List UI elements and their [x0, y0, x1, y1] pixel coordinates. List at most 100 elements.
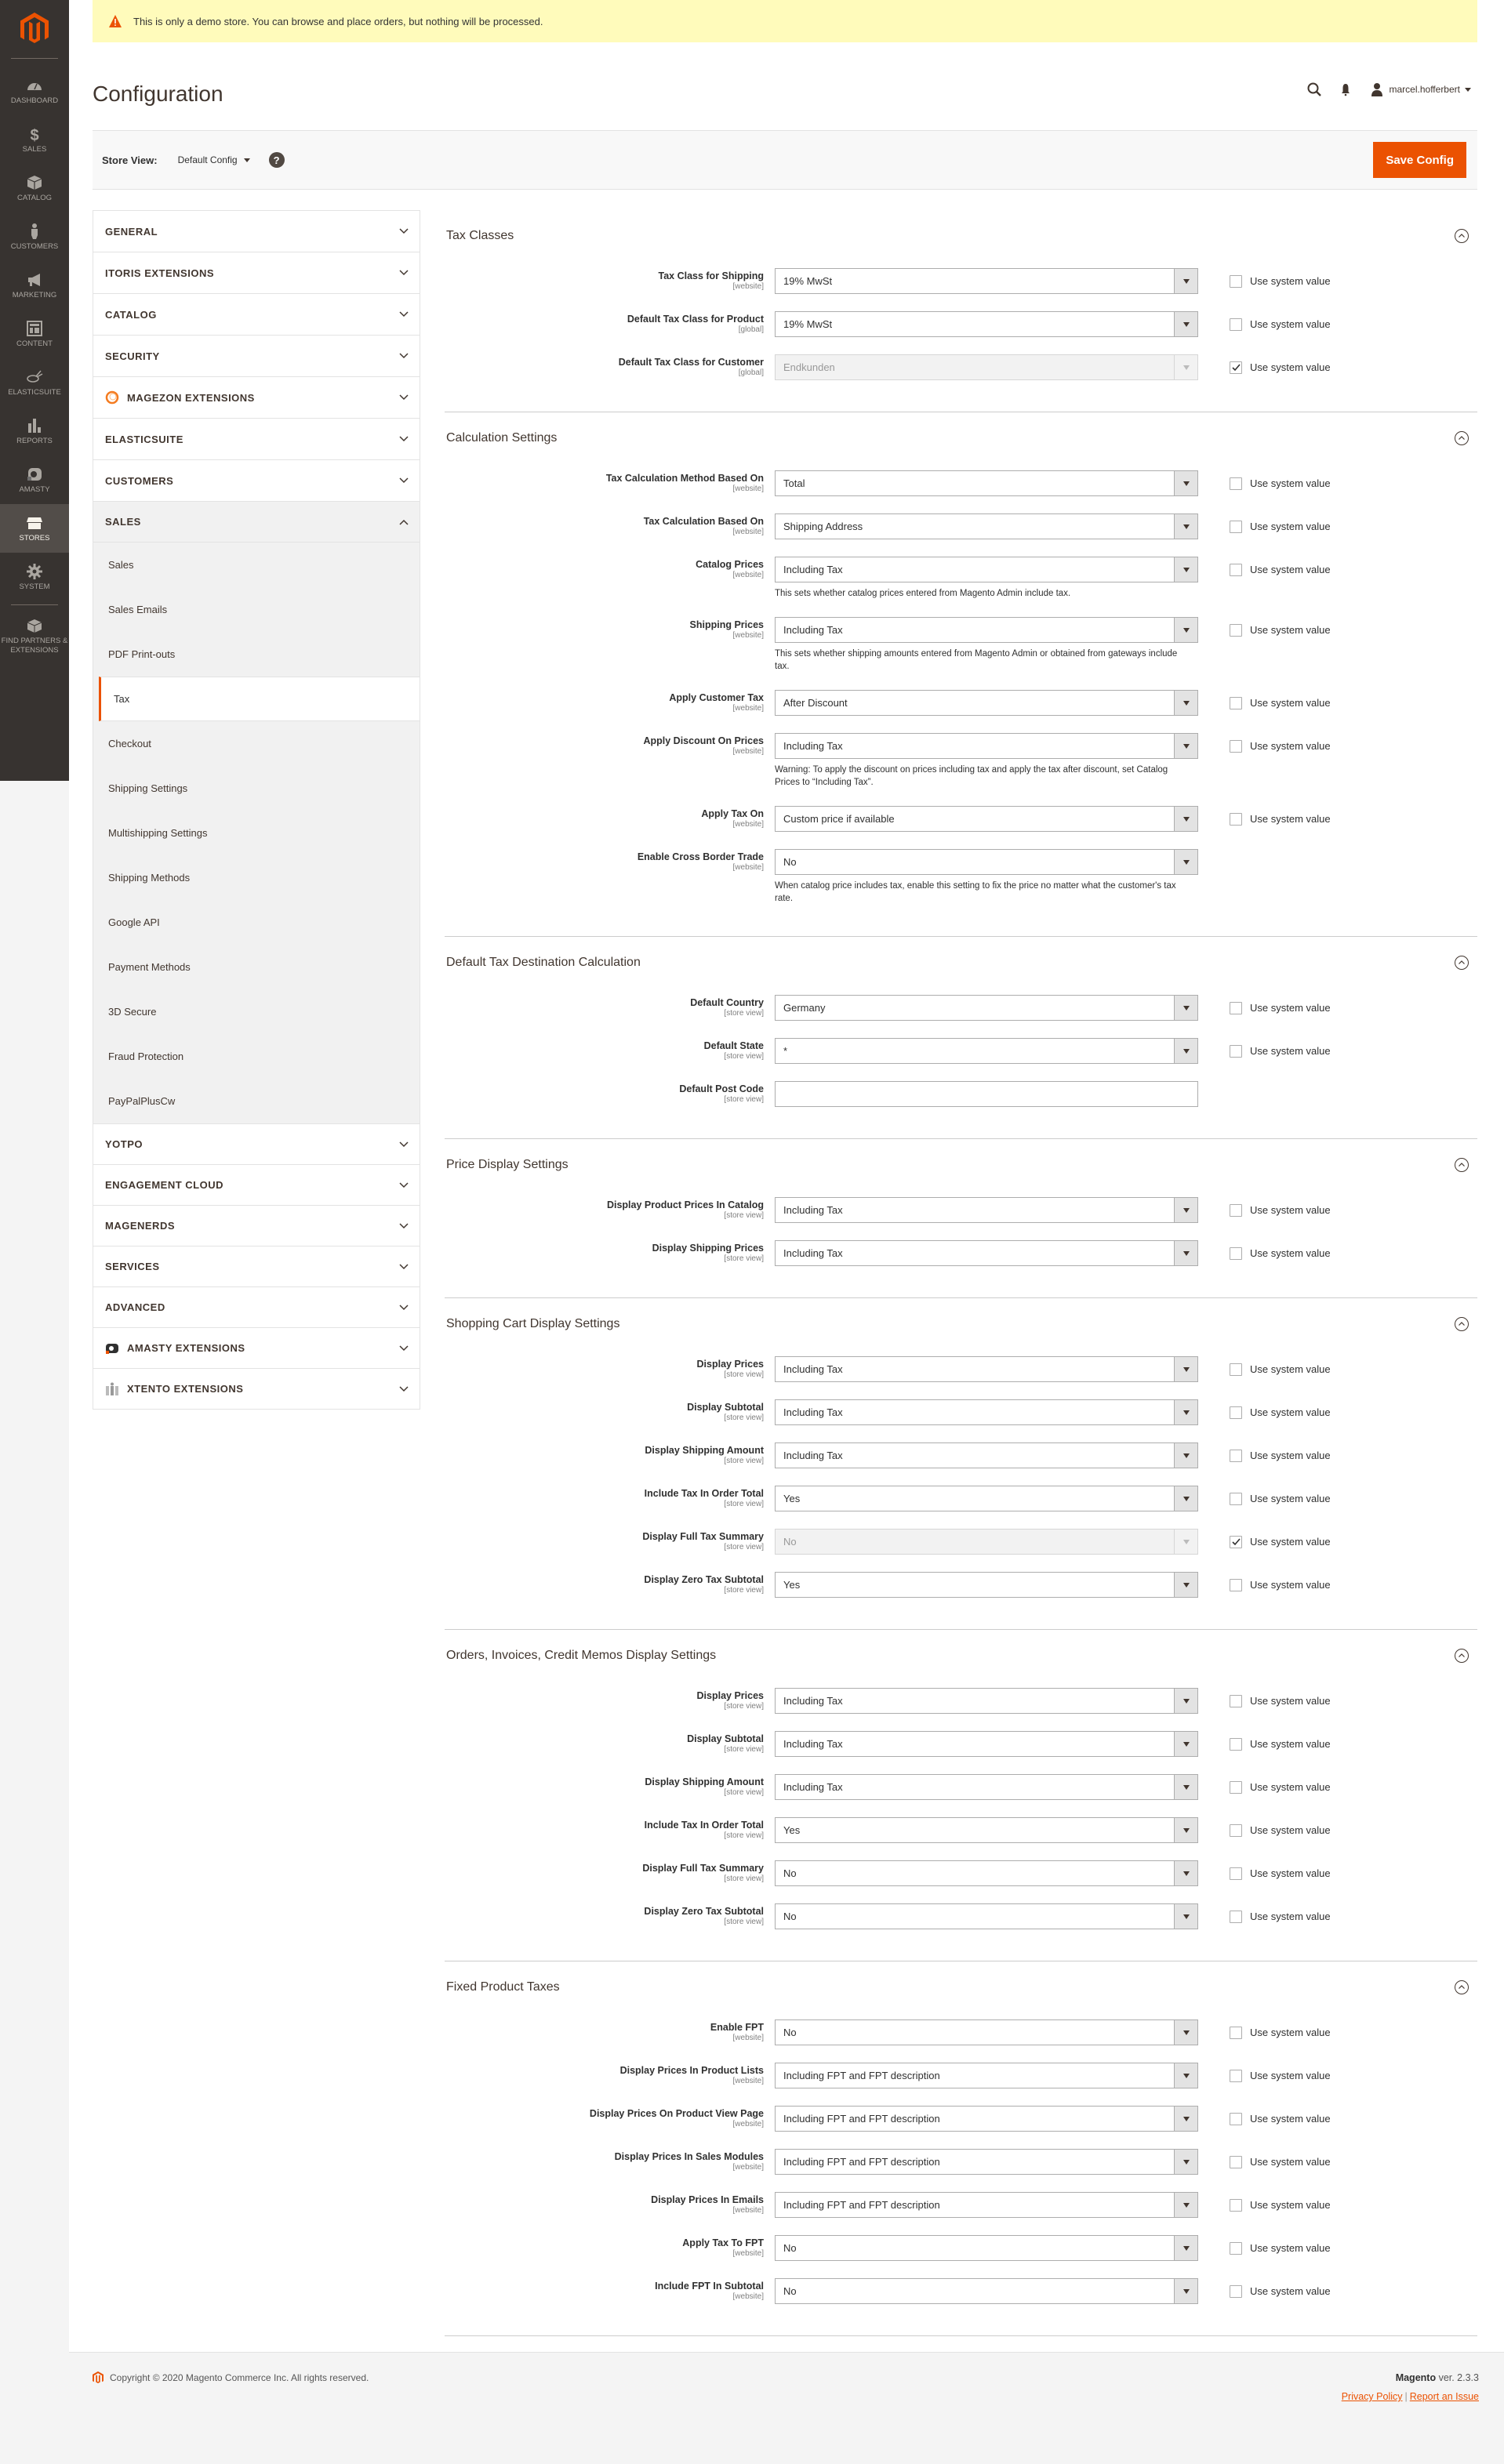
checkbox[interactable]: [1230, 1824, 1242, 1837]
collapse-circle-icon[interactable]: [1454, 430, 1469, 446]
select-dropdown[interactable]: No: [775, 1903, 1198, 1929]
use-system-value-checkbox[interactable]: Use system value: [1230, 354, 1331, 380]
use-system-value-checkbox[interactable]: Use system value: [1230, 557, 1331, 582]
use-system-value-checkbox[interactable]: Use system value: [1230, 2235, 1331, 2261]
nav-item-content[interactable]: Content: [0, 310, 69, 358]
checkbox[interactable]: [1230, 477, 1242, 490]
use-system-value-checkbox[interactable]: Use system value: [1230, 2278, 1331, 2304]
select-dropdown[interactable]: Including Tax: [775, 1731, 1198, 1757]
select-dropdown[interactable]: Including FPT and FPT description: [775, 2149, 1198, 2175]
select-dropdown[interactable]: Including FPT and FPT description: [775, 2106, 1198, 2132]
checkbox[interactable]: [1230, 812, 1242, 826]
select-dropdown[interactable]: Including FPT and FPT description: [775, 2063, 1198, 2088]
nav-item-customers[interactable]: Customers: [0, 212, 69, 261]
section-header[interactable]: Shopping Cart Display Settings: [445, 1298, 1477, 1350]
store-view-switcher[interactable]: Default Config: [178, 154, 250, 165]
section-header[interactable]: Calculation Settings: [445, 412, 1477, 464]
tab-group-header[interactable]: ITORIS EXTENSIONS: [93, 252, 420, 293]
tab-item-tax[interactable]: Tax: [99, 677, 420, 721]
checkbox[interactable]: [1230, 1363, 1242, 1376]
select-dropdown[interactable]: Including Tax: [775, 617, 1198, 643]
use-system-value-checkbox[interactable]: Use system value: [1230, 1817, 1331, 1843]
nav-item-marketing[interactable]: Marketing: [0, 261, 69, 310]
search-icon[interactable]: [1306, 82, 1322, 97]
privacy-policy-link[interactable]: Privacy Policy: [1342, 2391, 1403, 2402]
collapse-circle-icon[interactable]: [1454, 1648, 1469, 1664]
use-system-value-checkbox[interactable]: Use system value: [1230, 1529, 1331, 1555]
select-dropdown[interactable]: 19% MwSt: [775, 268, 1198, 294]
nav-item-reports[interactable]: Reports: [0, 407, 69, 455]
checkbox[interactable]: [1230, 1406, 1242, 1419]
select-dropdown[interactable]: Including FPT and FPT description: [775, 2192, 1198, 2218]
use-system-value-checkbox[interactable]: Use system value: [1230, 268, 1331, 294]
tab-item-multishipping-settings[interactable]: Multishipping Settings: [93, 811, 420, 855]
use-system-value-checkbox[interactable]: Use system value: [1230, 806, 1331, 832]
use-system-value-checkbox[interactable]: Use system value: [1230, 2106, 1331, 2132]
nav-item-sales[interactable]: $ Sales: [0, 115, 69, 164]
tab-group-header[interactable]: GENERAL: [93, 211, 420, 252]
select-dropdown[interactable]: Germany: [775, 995, 1198, 1021]
select-dropdown[interactable]: No: [775, 849, 1198, 875]
select-dropdown[interactable]: 19% MwSt: [775, 311, 1198, 337]
select-dropdown[interactable]: Including Tax: [775, 1197, 1198, 1223]
use-system-value-checkbox[interactable]: Use system value: [1230, 1356, 1331, 1382]
use-system-value-checkbox[interactable]: Use system value: [1230, 1860, 1331, 1886]
select-dropdown[interactable]: Yes: [775, 1572, 1198, 1598]
tab-item-3d-secure[interactable]: 3D Secure: [93, 989, 420, 1034]
magento-logo-icon[interactable]: [20, 13, 49, 45]
checkbox[interactable]: [1230, 1910, 1242, 1923]
tab-group-header[interactable]: XTENTO EXTENSIONS: [93, 1369, 420, 1409]
checkbox[interactable]: [1230, 696, 1242, 709]
select-dropdown[interactable]: Including Tax: [775, 1442, 1198, 1468]
tab-group-header[interactable]: YOTPO: [93, 1124, 420, 1164]
tab-item-shipping-methods[interactable]: Shipping Methods: [93, 855, 420, 900]
tab-item-checkout[interactable]: Checkout: [93, 721, 420, 766]
use-system-value-checkbox[interactable]: Use system value: [1230, 690, 1331, 716]
help-icon[interactable]: ?: [268, 152, 285, 168]
use-system-value-checkbox[interactable]: Use system value: [1230, 470, 1331, 496]
nav-item-find-partners-extensions[interactable]: Find Partners & Extensions: [0, 608, 69, 663]
select-dropdown[interactable]: Including Tax: [775, 1240, 1198, 1266]
tab-group-header[interactable]: ENGAGEMENT CLOUD: [93, 1165, 420, 1205]
use-system-value-checkbox[interactable]: Use system value: [1230, 733, 1331, 759]
text-input[interactable]: [775, 1081, 1198, 1107]
checkbox[interactable]: [1230, 1449, 1242, 1462]
tab-group-header[interactable]: MAGEZON EXTENSIONS: [93, 377, 420, 418]
save-config-button[interactable]: Save Config: [1373, 142, 1466, 178]
select-dropdown[interactable]: Yes: [775, 1486, 1198, 1511]
use-system-value-checkbox[interactable]: Use system value: [1230, 1731, 1331, 1757]
checkbox[interactable]: [1230, 2241, 1242, 2255]
report-issue-link[interactable]: Report an Issue: [1410, 2391, 1479, 2402]
user-menu[interactable]: marcel.hofferbert: [1369, 82, 1471, 97]
section-header[interactable]: Price Display Settings: [445, 1139, 1477, 1191]
tab-item-payment-methods[interactable]: Payment Methods: [93, 945, 420, 989]
checkbox[interactable]: [1230, 1492, 1242, 1505]
checkbox[interactable]: [1230, 520, 1242, 533]
tab-group-header[interactable]: SECURITY: [93, 336, 420, 376]
use-system-value-checkbox[interactable]: Use system value: [1230, 1688, 1331, 1714]
checkbox[interactable]: [1230, 1247, 1242, 1260]
select-dropdown[interactable]: Including Tax: [775, 557, 1198, 582]
use-system-value-checkbox[interactable]: Use system value: [1230, 2019, 1331, 2045]
tab-item-shipping-settings[interactable]: Shipping Settings: [93, 766, 420, 811]
use-system-value-checkbox[interactable]: Use system value: [1230, 1240, 1331, 1266]
notification-bell-icon[interactable]: [1338, 82, 1353, 97]
checkbox[interactable]: [1230, 2155, 1242, 2168]
use-system-value-checkbox[interactable]: Use system value: [1230, 513, 1331, 539]
nav-item-catalog[interactable]: Catalog: [0, 164, 69, 212]
select-dropdown[interactable]: Total: [775, 470, 1198, 496]
use-system-value-checkbox[interactable]: Use system value: [1230, 1197, 1331, 1223]
collapse-circle-icon[interactable]: [1454, 228, 1469, 244]
select-dropdown[interactable]: After Discount: [775, 690, 1198, 716]
use-system-value-checkbox[interactable]: Use system value: [1230, 1903, 1331, 1929]
checkbox[interactable]: [1230, 563, 1242, 576]
select-dropdown[interactable]: Including Tax: [775, 1688, 1198, 1714]
checkbox[interactable]: [1230, 1780, 1242, 1794]
nav-item-amasty[interactable]: Amasty: [0, 455, 69, 504]
tab-item-paypalpluscw[interactable]: PayPalPlusCw: [93, 1079, 420, 1123]
checkbox[interactable]: [1230, 1001, 1242, 1014]
nav-item-stores[interactable]: Stores: [0, 504, 69, 553]
select-dropdown[interactable]: Including Tax: [775, 1774, 1198, 1800]
checkbox[interactable]: [1230, 361, 1242, 374]
nav-item-system[interactable]: System: [0, 553, 69, 601]
